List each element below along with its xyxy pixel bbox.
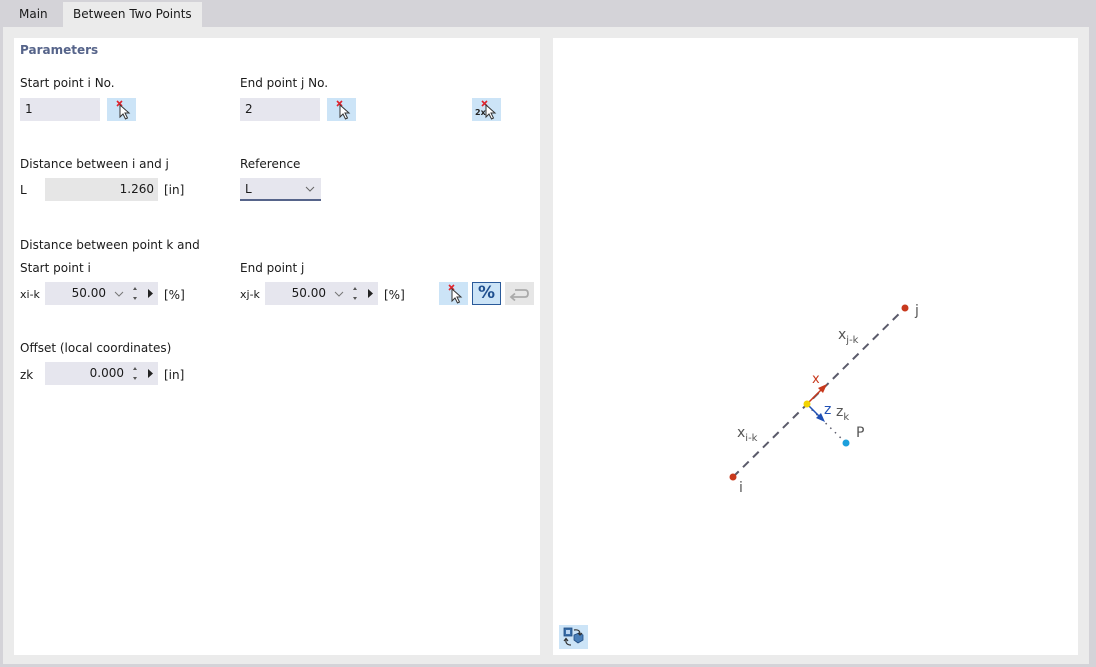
offset-label: Offset (local coordinates) (20, 341, 172, 355)
distance-value: 1.260 (45, 178, 158, 201)
xjk-diagram-label: xj-k (838, 327, 859, 346)
xjk-spinner-icon[interactable] (351, 286, 359, 301)
zk-input[interactable]: 0.000 (45, 362, 158, 385)
diagram-panel: i j P xj-k xi-k x z zk (553, 38, 1078, 655)
xjk-unit: [%] (384, 288, 405, 302)
zk-spinner-icon[interactable] (131, 366, 139, 381)
pick-two-points-button[interactable]: 2x (472, 98, 501, 121)
xik-play-icon[interactable] (147, 289, 154, 298)
point-i-label: i (739, 480, 743, 496)
xjk-input[interactable]: 50.00 (265, 282, 378, 305)
xik-dropdown-chevron-icon[interactable] (114, 291, 124, 297)
return-arrow-icon (509, 289, 529, 302)
percent-toggle-button[interactable]: % (472, 282, 501, 305)
tab-main[interactable]: Main (9, 2, 58, 27)
distance-symbol: L (20, 183, 27, 197)
point-p-label: P (856, 425, 865, 441)
pick-point-k-button[interactable] (439, 282, 468, 305)
pick-cursor-icon (336, 100, 351, 120)
distance-label: Distance between i and j (20, 157, 169, 171)
zk-play-icon[interactable] (147, 369, 154, 378)
z-axis-label: z (824, 402, 832, 418)
end-point-j-label: End point j (240, 261, 305, 275)
reference-select[interactable]: L (240, 178, 321, 201)
start-point-i-label: Start point i (20, 261, 91, 275)
point-j-marker (901, 304, 909, 312)
zk-diagram-label: zk (836, 404, 850, 423)
two-x-label: 2x (475, 108, 486, 117)
xjk-symbol: xj-k (240, 288, 260, 301)
xjk-play-icon[interactable] (367, 289, 374, 298)
reference-value: L (245, 182, 252, 196)
dialog-content: Parameters Start point i No. 1 End point… (3, 27, 1089, 664)
distance-unit: [in] (164, 183, 185, 197)
zk-unit: [in] (164, 368, 185, 382)
x-axis-label: x (812, 372, 820, 387)
point-i-marker (729, 473, 737, 481)
parameters-panel: Parameters Start point i No. 1 End point… (14, 38, 540, 655)
reference-label: Reference (240, 157, 301, 171)
point-j-label: j (915, 303, 919, 319)
start-point-input[interactable]: 1 (20, 98, 100, 121)
point-p-marker (842, 439, 850, 447)
start-point-label: Start point i No. (20, 76, 115, 90)
pick-start-point-button[interactable] (107, 98, 136, 121)
pick-cursor-icon (448, 284, 463, 304)
reverse-direction-button[interactable] (505, 282, 534, 305)
pick-cursor-icon (116, 100, 131, 120)
end-point-input[interactable]: 2 (240, 98, 320, 121)
xik-spinner-icon[interactable] (131, 286, 139, 301)
switch-view-button[interactable] (559, 625, 588, 649)
parameters-title: Parameters (20, 43, 99, 57)
xik-input[interactable]: 50.00 (45, 282, 158, 305)
xik-diagram-label: xi-k (737, 425, 758, 444)
tab-between-two-points[interactable]: Between Two Points (63, 2, 202, 27)
xik-unit: [%] (164, 288, 185, 302)
switch-view-icon (563, 627, 584, 646)
point-k-marker (803, 400, 811, 408)
end-point-label: End point j No. (240, 76, 329, 90)
pick-end-point-button[interactable] (327, 98, 356, 121)
zk-symbol: zk (20, 368, 34, 382)
chevron-down-icon (305, 186, 315, 192)
distance-k-label: Distance between point k and (20, 238, 200, 252)
xik-symbol: xi-k (20, 288, 40, 301)
diagram-canvas (729, 304, 909, 481)
xjk-dropdown-chevron-icon[interactable] (334, 291, 344, 297)
tab-bar: Main Between Two Points (0, 0, 1096, 27)
